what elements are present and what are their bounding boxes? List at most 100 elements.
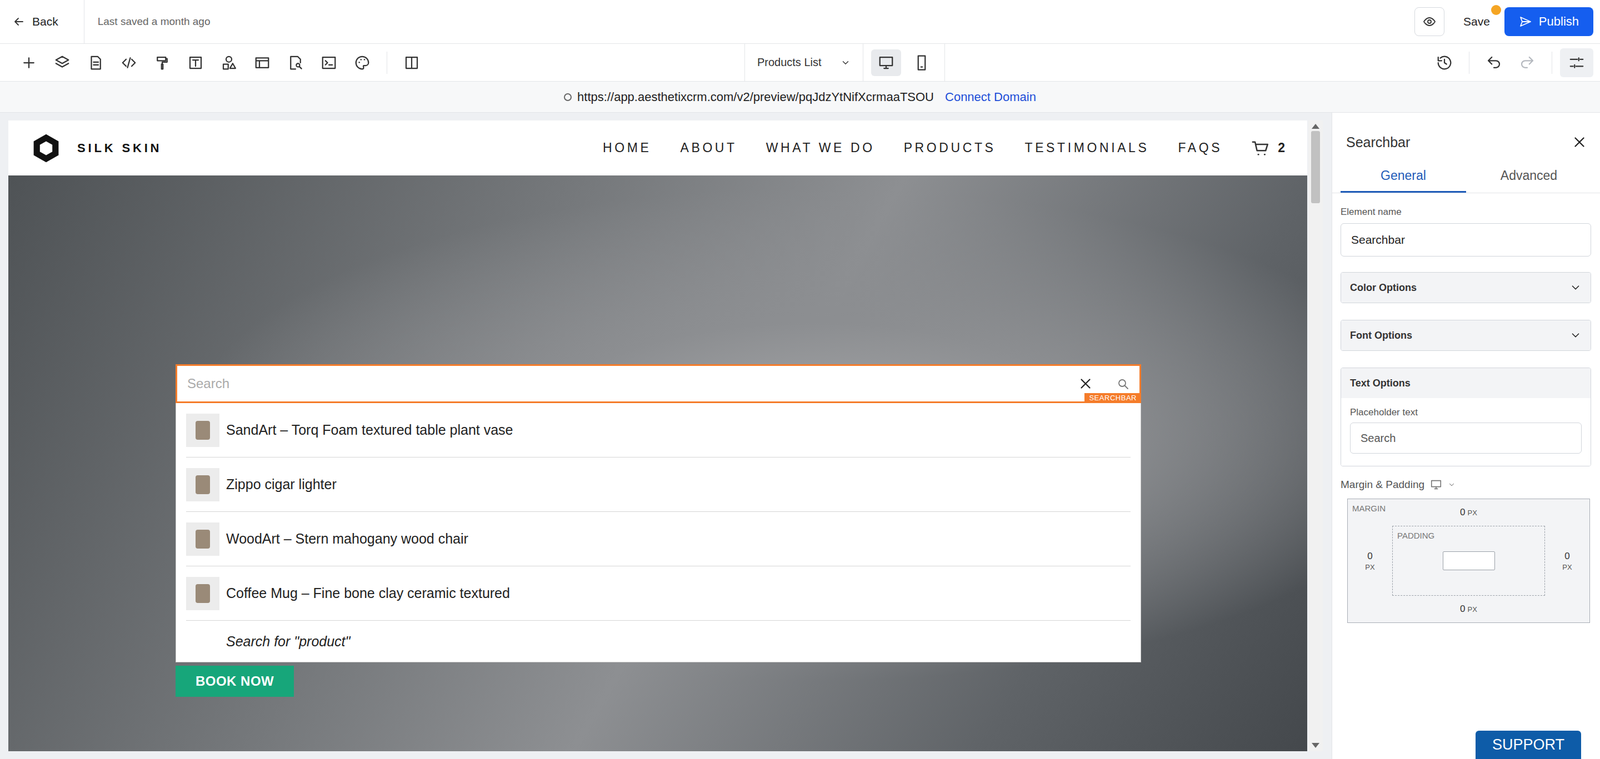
chevron-down-icon[interactable] xyxy=(1447,481,1456,489)
accordion: Color Options xyxy=(1340,272,1592,304)
connect-domain-link[interactable]: Connect Domain xyxy=(945,90,1037,105)
padding-box: PADDING xyxy=(1392,526,1545,597)
scroll-down-icon[interactable] xyxy=(1311,743,1320,749)
sliders-icon xyxy=(1568,54,1585,72)
search-icon[interactable] xyxy=(1116,377,1130,391)
margin-value[interactable]: 0PX xyxy=(1392,596,1545,623)
workspace: SILK SKIN HOME ABOUT WHAT WE DO PRODUCTS TEST… xyxy=(0,112,1600,759)
chevron-down-icon xyxy=(840,57,851,68)
search-for-option[interactable]: Search for "product" xyxy=(186,621,1131,663)
nav-link[interactable]: PRODUCTS xyxy=(903,140,997,156)
padding-input[interactable] xyxy=(1442,551,1495,571)
divider xyxy=(83,0,85,44)
tool-button[interactable] xyxy=(178,48,213,78)
save-status: Last saved a month ago xyxy=(97,15,211,28)
mobile-icon xyxy=(913,54,930,72)
tab[interactable]: General xyxy=(1340,159,1467,193)
support-button[interactable]: SUPPORT xyxy=(1475,731,1582,759)
brand[interactable]: SILK SKIN xyxy=(30,132,162,164)
accordion-header[interactable]: Text Options xyxy=(1341,368,1591,399)
field-label: Element name xyxy=(1340,206,1592,218)
margin-value[interactable]: 0PX xyxy=(1545,526,1590,597)
tool-group xyxy=(12,48,379,78)
redo-button[interactable] xyxy=(1510,48,1544,78)
placeholder-input[interactable]: Search xyxy=(1350,422,1582,454)
settings-button[interactable] xyxy=(1560,48,1594,78)
search-result[interactable]: WoodArt – Stern mahogany wood chair xyxy=(186,512,1131,567)
margin-value[interactable]: 0PX xyxy=(1347,526,1393,597)
tool-button[interactable] xyxy=(45,48,79,78)
accordion: Text OptionsPlaceholder textSearch xyxy=(1340,367,1592,467)
page-builder: Back Last saved a month ago Save Publish Pr… xyxy=(0,0,1600,759)
search-field[interactable]: SearchSEARCHBAR xyxy=(175,364,1142,404)
undo-button[interactable] xyxy=(1477,48,1511,78)
cart[interactable]: 2 xyxy=(1251,138,1285,158)
scroll-thumb[interactable] xyxy=(1311,131,1320,204)
device-button[interactable] xyxy=(871,49,902,77)
palette-icon xyxy=(353,54,371,72)
product-thumbnail xyxy=(186,522,220,557)
tool-button[interactable] xyxy=(212,48,246,78)
desktop-icon[interactable] xyxy=(1430,478,1443,492)
clear-icon[interactable] xyxy=(1077,375,1094,393)
nav-link[interactable]: WHAT WE DO xyxy=(766,140,875,156)
product-thumbnail xyxy=(186,468,220,502)
history-button[interactable] xyxy=(1427,48,1462,78)
tool-button[interactable] xyxy=(278,48,313,78)
eye-icon xyxy=(1422,15,1437,29)
terminal-icon xyxy=(320,54,338,72)
close-icon[interactable] xyxy=(1571,133,1588,151)
nav-menu: HOME ABOUT WHAT WE DO PRODUCTS TESTIMONIALS F… xyxy=(602,138,1285,158)
search-result[interactable]: SandArt – Torq Foam textured table plant… xyxy=(186,403,1131,458)
settings-panel: SearchbarGeneralAdvancedElement nameSear… xyxy=(1331,112,1600,759)
product-thumbnail xyxy=(186,577,220,611)
add-icon xyxy=(20,54,38,72)
nav-link[interactable]: FAQS xyxy=(1177,140,1223,156)
code-icon xyxy=(120,54,138,72)
chevron-down-icon xyxy=(1569,281,1582,294)
layers-icon xyxy=(53,54,71,72)
tool-button[interactable] xyxy=(312,48,346,78)
undo-icon xyxy=(1485,54,1503,72)
tool-button[interactable] xyxy=(112,48,146,78)
search-result[interactable]: Coffee Mug – Fine bone clay ceramic text… xyxy=(186,566,1131,622)
tool-button[interactable] xyxy=(345,48,379,78)
book-now-button[interactable]: BOOK NOW xyxy=(175,666,294,698)
search-result[interactable]: Zippo cigar lighter xyxy=(186,457,1131,513)
element-tag: SEARCHBAR xyxy=(1084,393,1142,404)
divider xyxy=(1468,51,1470,74)
tool-button[interactable] xyxy=(245,48,279,78)
nav-link[interactable]: HOME xyxy=(602,140,652,156)
split-view-button[interactable] xyxy=(395,48,429,78)
preview-url[interactable]: https://app.aesthetixcrm.com/v2/preview/… xyxy=(577,90,934,105)
accordion-body: Placeholder textSearch xyxy=(1341,398,1591,467)
preview-button[interactable] xyxy=(1414,7,1445,37)
device-button[interactable] xyxy=(906,49,937,77)
page-select[interactable]: Products List xyxy=(744,43,864,82)
scrollbar[interactable] xyxy=(1308,120,1323,752)
margin-label: MARGIN xyxy=(1352,503,1386,514)
panel-header: Searchbar xyxy=(1332,112,1600,160)
send-icon xyxy=(1518,15,1533,29)
back-button[interactable]: Back xyxy=(12,15,59,29)
scroll-up-icon[interactable] xyxy=(1311,123,1320,129)
tool-button[interactable] xyxy=(145,48,179,78)
accordion-header[interactable]: Font Options xyxy=(1341,320,1591,351)
tool-button[interactable] xyxy=(12,48,46,78)
site-preview: SILK SKIN HOME ABOUT WHAT WE DO PRODUCTS TEST… xyxy=(8,120,1308,752)
nav-link[interactable]: TESTIMONIALS xyxy=(1025,140,1150,156)
hexagon-logo-icon xyxy=(30,132,62,164)
accordion-header[interactable]: Color Options xyxy=(1341,272,1591,303)
device-switch xyxy=(863,43,945,82)
margin-value[interactable]: 0PX xyxy=(1392,499,1545,527)
searchbar: SearchSEARCHBARSandArt – Torq Foam textu… xyxy=(175,364,1142,698)
publish-button[interactable]: Publish xyxy=(1504,7,1594,37)
tab[interactable]: Advanced xyxy=(1466,159,1592,193)
save-button[interactable]: Save xyxy=(1451,7,1503,37)
chevron-down-icon xyxy=(1569,329,1582,342)
element-name-input[interactable]: Searchbar xyxy=(1340,223,1592,257)
tool-button[interactable] xyxy=(78,48,113,78)
accordion: Font Options xyxy=(1340,320,1592,352)
nav-link[interactable]: ABOUT xyxy=(680,140,738,156)
search-page-icon xyxy=(287,54,304,72)
